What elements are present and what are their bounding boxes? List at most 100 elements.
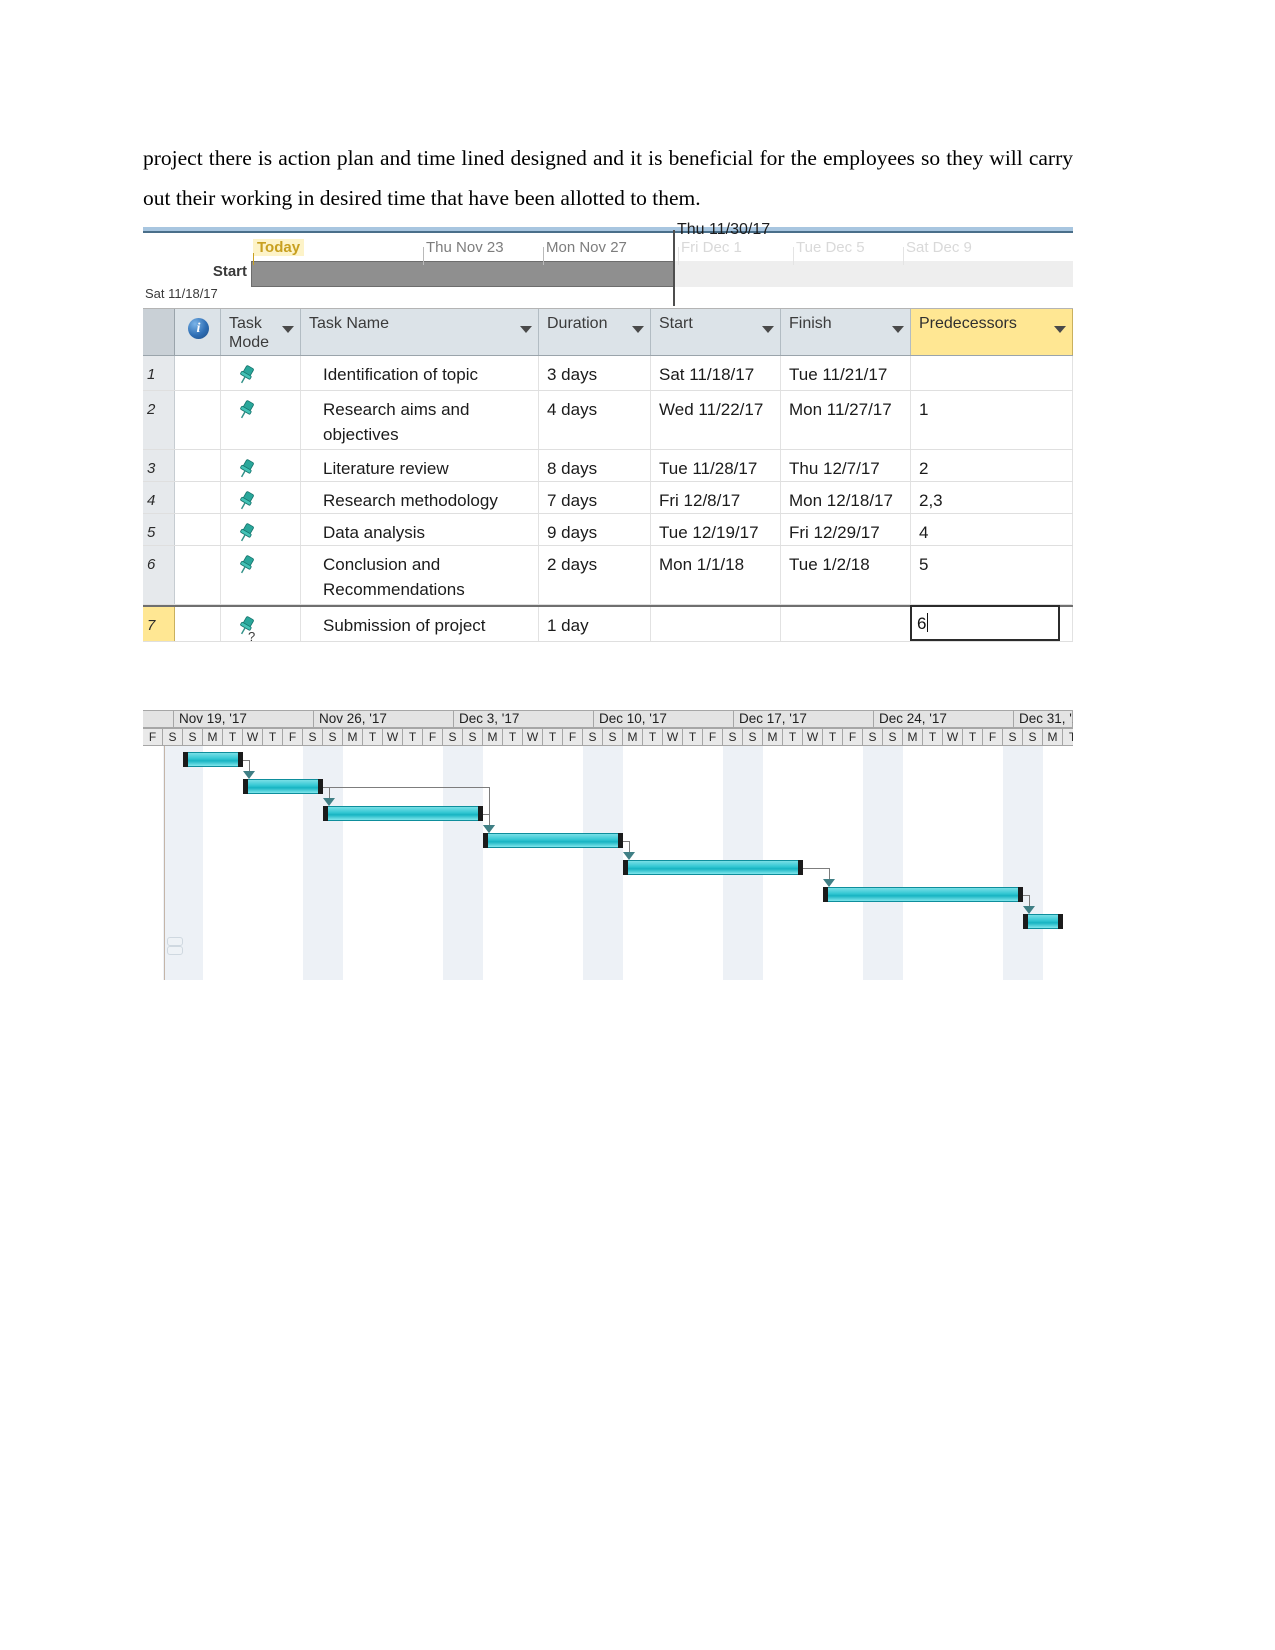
row-duration[interactable]: 2 days [539, 546, 651, 604]
row-indicator[interactable] [175, 514, 221, 545]
row-task-name[interactable]: Literature review [301, 450, 539, 481]
row-indicator[interactable] [175, 391, 221, 449]
row-task-name[interactable]: Research aims and objectives [301, 391, 539, 449]
table-row[interactable]: 3 Literature review 8 days Tue 11/28/17 … [143, 450, 1073, 482]
body-paragraph: project there is action plan and time li… [143, 146, 1073, 210]
row-indicator[interactable] [175, 546, 221, 604]
row-start[interactable]: Tue 11/28/17 [651, 450, 781, 481]
row-duration[interactable]: 8 days [539, 450, 651, 481]
gantt-day-cell: S [323, 728, 343, 746]
gantt-day-cell: M [343, 728, 363, 746]
row-start[interactable]: Wed 11/22/17 [651, 391, 781, 449]
gantt-day-cell: F [983, 728, 1003, 746]
gantt-collapsed-stub [167, 937, 183, 946]
gantt-week-band: Dec 31, '1 [1014, 710, 1073, 728]
row-predecessors[interactable]: 4 [911, 514, 1073, 545]
gantt-day-cell: M [763, 728, 783, 746]
row-task-name[interactable]: Submission of project [301, 607, 539, 641]
gantt-bar-start-cap [183, 752, 188, 767]
gantt-task-bar[interactable] [1023, 914, 1063, 929]
row-predecessors-cell[interactable]: 6 [910, 605, 1073, 641]
column-header-duration[interactable]: Duration [539, 309, 651, 355]
predecessors-edit-input[interactable]: 6 [910, 605, 1060, 641]
column-header-finish[interactable]: Finish [781, 309, 911, 355]
timeline-start-label: Start [212, 263, 247, 280]
table-row[interactable]: 2 Research aims and objectives 4 days We… [143, 391, 1073, 450]
row-task-mode[interactable] [221, 391, 301, 449]
chevron-down-icon[interactable] [892, 326, 904, 333]
table-row-selected[interactable]: 7 ? Submission of project 1 day 6 [143, 605, 1073, 644]
row-finish[interactable]: Thu 12/7/17 [781, 450, 911, 481]
column-header-start-label: Start [659, 315, 693, 332]
row-finish[interactable]: Mon 11/27/17 [781, 391, 911, 449]
pin-icon [235, 554, 257, 576]
row-start[interactable]: Fri 12/8/17 [651, 482, 781, 513]
chevron-down-icon[interactable] [520, 326, 532, 333]
row-duration[interactable]: 1 day [539, 607, 651, 641]
row-task-mode[interactable]: ? [221, 607, 301, 644]
row-finish[interactable] [781, 607, 911, 641]
gantt-task-bar[interactable] [323, 806, 483, 821]
gantt-task-bar[interactable] [623, 860, 803, 875]
row-task-name[interactable]: Data analysis [301, 514, 539, 545]
task-table: i Task Mode Task Name Duration Start Fin… [143, 308, 1073, 656]
row-predecessors[interactable]: 2,3 [911, 482, 1073, 513]
row-start[interactable] [651, 607, 781, 641]
row-task-name[interactable]: Identification of topic [301, 356, 539, 390]
row-task-mode[interactable] [221, 514, 301, 545]
gantt-task-bar[interactable] [483, 833, 623, 848]
row-indicator[interactable] [175, 607, 221, 641]
chevron-down-icon[interactable] [762, 326, 774, 333]
column-header-indicators[interactable]: i [175, 309, 221, 355]
row-indicator[interactable] [175, 450, 221, 481]
row-start[interactable]: Tue 12/19/17 [651, 514, 781, 545]
timeline-band-elapsed[interactable] [251, 261, 674, 287]
row-predecessors[interactable]: 1 [911, 391, 1073, 449]
gantt-task-bar[interactable] [183, 752, 243, 767]
row-start[interactable]: Sat 11/18/17 [651, 356, 781, 390]
row-task-mode[interactable] [221, 356, 301, 390]
row-id: 6 [143, 546, 175, 604]
column-header-task-mode[interactable]: Task Mode [221, 309, 301, 355]
row-task-name[interactable]: Conclusion and Recommendations [301, 546, 539, 604]
row-task-mode[interactable] [221, 450, 301, 481]
column-header-task-name[interactable]: Task Name [301, 309, 539, 355]
table-row[interactable]: 4 Research methodology 7 days Fri 12/8/1… [143, 482, 1073, 514]
gantt-task-bar[interactable] [823, 887, 1023, 902]
row-duration[interactable]: 3 days [539, 356, 651, 390]
row-predecessors[interactable] [911, 356, 1073, 390]
row-duration[interactable]: 7 days [539, 482, 651, 513]
row-duration[interactable]: 4 days [539, 391, 651, 449]
row-finish[interactable]: Mon 12/18/17 [781, 482, 911, 513]
chevron-down-icon[interactable] [1054, 326, 1066, 333]
gantt-day-cell: M [623, 728, 643, 746]
timeline-tick-4 [903, 247, 904, 265]
timeline-top-rule-dark [143, 231, 1073, 233]
gantt-week-band: Dec 3, '17 [454, 710, 594, 728]
row-indicator[interactable] [175, 356, 221, 390]
chevron-down-icon[interactable] [282, 326, 294, 333]
gantt-day-cell: S [1023, 728, 1043, 746]
column-header-start[interactable]: Start [651, 309, 781, 355]
row-duration[interactable]: 9 days [539, 514, 651, 545]
timeline-band-remaining[interactable] [674, 261, 1073, 287]
gantt-task-bar[interactable] [243, 779, 323, 794]
row-task-mode[interactable] [221, 546, 301, 604]
row-finish[interactable]: Tue 1/2/18 [781, 546, 911, 604]
row-finish[interactable]: Fri 12/29/17 [781, 514, 911, 545]
table-row[interactable]: 1 Identification of topic 3 days Sat 11/… [143, 356, 1073, 391]
gantt-day-cell: T [643, 728, 663, 746]
column-header-predecessors[interactable]: Predecessors [911, 309, 1073, 355]
table-row[interactable]: 5 Data analysis 9 days Tue 12/19/17 Fri … [143, 514, 1073, 546]
row-predecessors[interactable]: 5 [911, 546, 1073, 604]
row-start[interactable]: Mon 1/1/18 [651, 546, 781, 604]
gantt-bar-start-cap [483, 833, 488, 848]
table-row[interactable]: 6 Conclusion and Recommendations 2 days … [143, 546, 1073, 605]
row-finish[interactable]: Tue 11/21/17 [781, 356, 911, 390]
row-task-mode[interactable] [221, 482, 301, 513]
row-indicator[interactable] [175, 482, 221, 513]
row-task-name[interactable]: Research methodology [301, 482, 539, 513]
chevron-down-icon[interactable] [632, 326, 644, 333]
row-predecessors[interactable]: 2 [911, 450, 1073, 481]
gantt-bar-end-cap [1058, 914, 1063, 929]
